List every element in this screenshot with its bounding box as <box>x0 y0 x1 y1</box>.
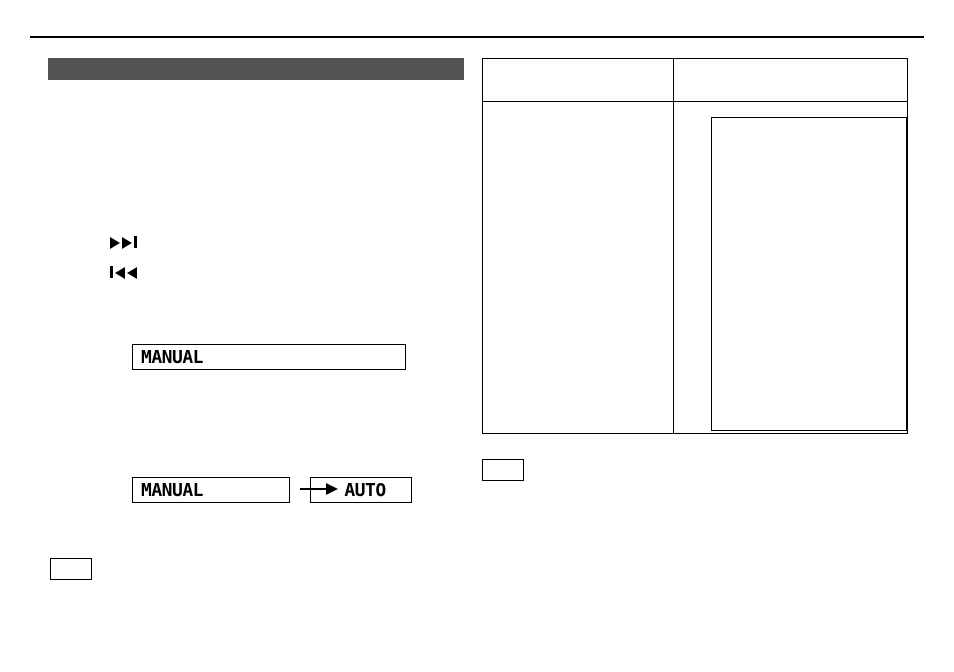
forward-icon <box>110 236 137 254</box>
small-box-right <box>482 459 524 481</box>
small-box-left <box>50 558 92 580</box>
lcd-manual: MANUAL <box>132 344 406 370</box>
reverse-icon <box>110 266 137 284</box>
lcd-manual-2: MANUAL <box>132 477 290 503</box>
lcd-auto: AUTO <box>310 477 412 503</box>
